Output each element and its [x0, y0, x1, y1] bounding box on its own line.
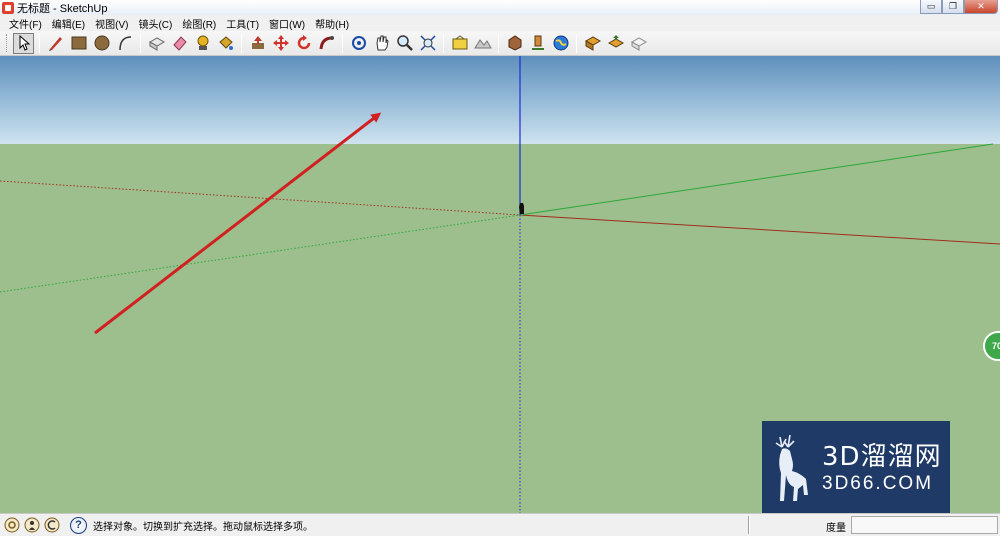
share-component-button[interactable] — [605, 33, 626, 54]
get-components-icon — [584, 36, 601, 51]
license-status-icon[interactable] — [43, 517, 60, 534]
tape-measure-icon — [197, 35, 208, 50]
circle-icon — [94, 35, 109, 51]
window-title: 无标题 - SketchUp — [17, 2, 108, 15]
make-component-button[interactable] — [146, 33, 167, 54]
warehouse-button[interactable] — [628, 33, 649, 54]
red-axis — [519, 214, 1000, 245]
make-component-icon — [148, 37, 165, 51]
menu-edit[interactable]: 编辑(E) — [47, 16, 90, 31]
eraser-tool-button[interactable] — [169, 33, 190, 54]
line-tool-button[interactable] — [45, 33, 66, 54]
arc-icon — [118, 36, 131, 51]
credits-icon — [24, 517, 39, 533]
menu-help[interactable]: 帮助(H) — [310, 16, 354, 31]
menu-window[interactable]: 窗口(W) — [264, 16, 310, 31]
menu-view[interactable]: 视图(V) — [90, 16, 133, 31]
google-earth-icon — [553, 35, 568, 51]
get-components-button[interactable] — [582, 33, 603, 54]
select-tool-button[interactable] — [13, 32, 34, 54]
watermark-logo: 3D溜溜网 3D66.COM — [762, 421, 950, 513]
credits-status-icon[interactable] — [23, 517, 40, 534]
select-arrow-icon — [19, 35, 30, 51]
share-model-icon — [531, 35, 544, 50]
tape-measure-button[interactable] — [192, 33, 213, 54]
sketchup-app-icon — [2, 1, 14, 14]
push-pull-button[interactable] — [247, 33, 268, 54]
add-location-button[interactable] — [449, 33, 470, 54]
green-axis — [519, 143, 994, 216]
arc-tool-button[interactable] — [114, 33, 135, 54]
toggle-terrain-button[interactable] — [472, 33, 493, 54]
pan-hand-icon — [375, 35, 389, 51]
geolocation-icon — [4, 517, 19, 533]
get-models-button[interactable] — [504, 33, 525, 54]
zoom-icon — [396, 35, 413, 51]
add-location-icon — [452, 35, 467, 50]
rectangle-tool-button[interactable] — [68, 33, 89, 54]
follow-me-icon — [319, 36, 334, 50]
menu-tools[interactable]: 工具(T) — [221, 16, 264, 31]
toolbar-separator — [576, 33, 577, 53]
watermark-brand-cn: 3D溜溜网 — [822, 442, 942, 472]
sketchup-3d-warehouse-icon — [630, 37, 647, 51]
move-icon — [272, 35, 289, 51]
main-toolbar — [0, 31, 1000, 56]
paint-bucket-button[interactable] — [215, 33, 236, 54]
toolbar-separator — [443, 33, 444, 53]
status-divider — [748, 516, 750, 534]
status-bar: ? 选择对象。切换到扩充选择。拖动鼠标选择多项。 度量 — [0, 513, 1000, 536]
push-pull-icon — [251, 36, 264, 49]
pan-tool-button[interactable] — [371, 33, 392, 54]
orbit-icon — [351, 36, 366, 50]
toolbar-grip[interactable] — [6, 34, 10, 52]
rotate-tool-button[interactable] — [293, 33, 314, 54]
modeling-viewport[interactable]: 70 3D溜溜网 3D66.COM — [0, 56, 1000, 513]
measurements-input[interactable] — [851, 516, 998, 534]
menu-camera[interactable]: 镜头(C) — [133, 16, 177, 31]
geolocation-status-icon[interactable] — [3, 517, 20, 534]
watermark-brand-url: 3D66.COM — [822, 473, 934, 494]
menu-bar: 文件(F) 编辑(E) 视图(V) 镜头(C) 绘图(R) 工具(T) 窗口(W… — [0, 15, 1000, 31]
toolbar-separator — [140, 33, 141, 53]
help-icon[interactable]: ? — [70, 516, 87, 534]
orbit-tool-button[interactable] — [348, 33, 369, 54]
move-tool-button[interactable] — [270, 33, 291, 54]
share-component-icon — [607, 35, 624, 48]
zoom-extents-button[interactable] — [417, 33, 438, 54]
red-axis-negative — [0, 180, 521, 216]
toolbar-separator — [241, 33, 242, 53]
follow-me-button[interactable] — [316, 33, 337, 54]
toolbar-separator — [39, 33, 40, 53]
rotate-icon — [297, 35, 310, 50]
close-button[interactable]: ✕ — [964, 0, 998, 14]
toolbar-separator — [498, 33, 499, 53]
get-models-icon — [508, 35, 521, 51]
status-message: 选择对象。切换到扩充选择。拖动鼠标选择多项。 — [93, 521, 313, 533]
eraser-icon — [172, 36, 187, 51]
circle-tool-button[interactable] — [91, 33, 112, 54]
menu-file[interactable]: 文件(F) — [4, 16, 47, 31]
minimize-button[interactable]: ▭ — [920, 0, 942, 14]
share-model-button[interactable] — [527, 33, 548, 54]
paint-bucket-icon — [218, 36, 233, 50]
feedback-badge-text: 70 — [992, 341, 1000, 351]
rectangle-icon — [71, 36, 86, 50]
license-icon — [44, 517, 59, 533]
watermark-text: 3D溜溜网 3D66.COM — [822, 442, 942, 496]
title-bar: 无标题 - SketchUp ▭ ❐ ✕ — [0, 0, 1000, 15]
google-earth-button[interactable] — [550, 33, 571, 54]
toggle-terrain-icon — [473, 39, 492, 49]
pencil-line-icon — [48, 37, 62, 51]
window-controls: ▭ ❐ ✕ — [920, 0, 998, 14]
zoom-extents-icon — [419, 35, 436, 51]
green-axis-negative — [0, 214, 521, 293]
annotation-arrow — [94, 112, 382, 335]
measurements-label: 度量 — [826, 523, 846, 534]
restore-button[interactable]: ❐ — [942, 0, 964, 14]
deer-logo-icon — [775, 434, 808, 501]
menu-draw[interactable]: 绘图(R) — [177, 16, 221, 31]
zoom-tool-button[interactable] — [394, 33, 415, 54]
toolbar-separator — [342, 33, 343, 53]
